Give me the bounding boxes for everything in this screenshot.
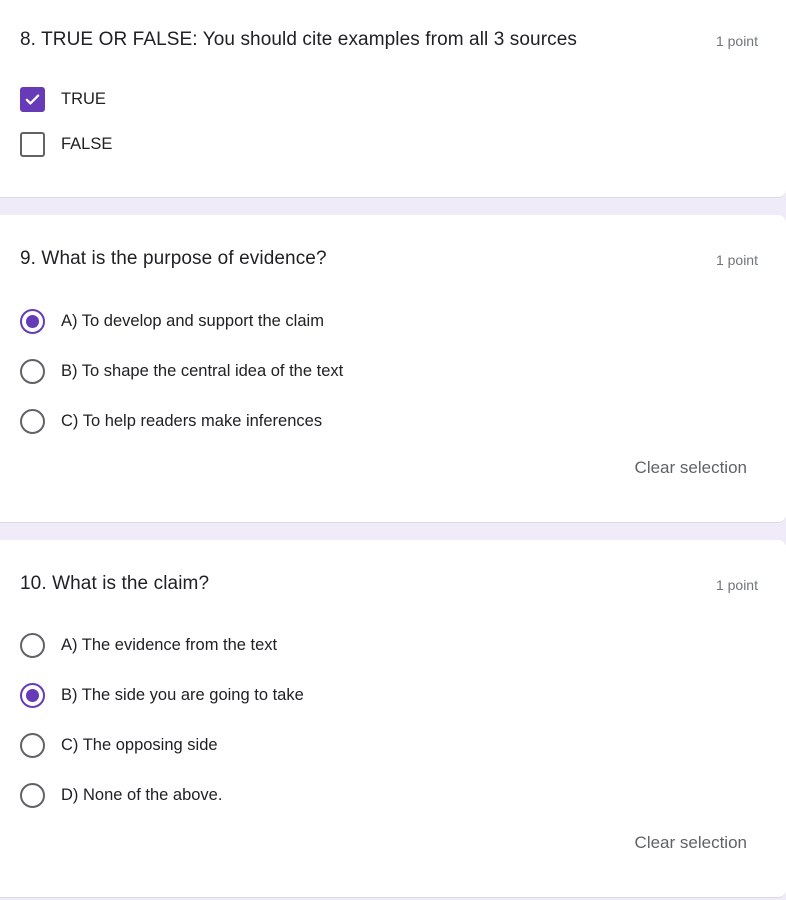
radio-option-a[interactable]: A) To develop and support the claim [20,308,324,334]
radio-option-b[interactable]: B) To shape the central idea of the text [20,358,343,384]
radio-option-c[interactable]: C) The opposing side [20,732,218,758]
checkbox-unchecked[interactable] [20,131,45,157]
option-label: B) To shape the central idea of the text [61,361,344,380]
radio-unselected[interactable] [20,408,45,434]
clear-selection-button[interactable]: Clear selection [635,833,747,853]
radio-unselected[interactable] [20,732,45,758]
option-label: TRUE [61,89,106,108]
option-label: FALSE [61,134,113,153]
radio-selected[interactable] [20,308,45,334]
checkbox-option-false[interactable]: FALSE [20,131,112,157]
question-points: 1 point [715,252,758,268]
radio-dot [26,314,39,328]
checkbox-option-true[interactable]: TRUE [20,86,106,112]
option-label: D) None of the above. [61,785,223,804]
question-title: 8. TRUE OR FALSE: You should cite exampl… [20,29,578,50]
option-label: C) The opposing side [61,735,218,754]
option-label: C) To help readers make inferences [61,411,323,430]
question-points: 1 point [715,33,758,49]
radio-option-a[interactable]: A) The evidence from the text [20,632,277,658]
question-title: 9. What is the purpose of evidence? [20,248,327,269]
radio-unselected[interactable] [20,358,45,384]
radio-unselected[interactable] [20,782,45,808]
radio-option-b[interactable]: B) The side you are going to take [20,682,304,708]
radio-unselected[interactable] [20,632,45,658]
radio-selected[interactable] [20,682,45,708]
question-card-9: 9. What is the purpose of evidence? 1 po… [0,215,786,523]
question-title: 10. What is the claim? [20,573,210,594]
option-label: A) To develop and support the claim [61,311,324,330]
option-label: A) The evidence from the text [61,635,278,654]
radio-dot [26,688,39,702]
question-card-10: 10. What is the claim? 1 point A) The ev… [0,540,786,898]
clear-selection-button[interactable]: Clear selection [635,458,747,478]
radio-option-d[interactable]: D) None of the above. [20,782,222,808]
option-label: B) The side you are going to take [61,685,304,704]
radio-option-c[interactable]: C) To help readers make inferences [20,408,322,434]
question-points: 1 point [715,577,758,593]
checkmark-icon [25,93,40,105]
question-card-8: 8. TRUE OR FALSE: You should cite exampl… [0,0,786,198]
checkbox-checked[interactable] [20,86,45,112]
